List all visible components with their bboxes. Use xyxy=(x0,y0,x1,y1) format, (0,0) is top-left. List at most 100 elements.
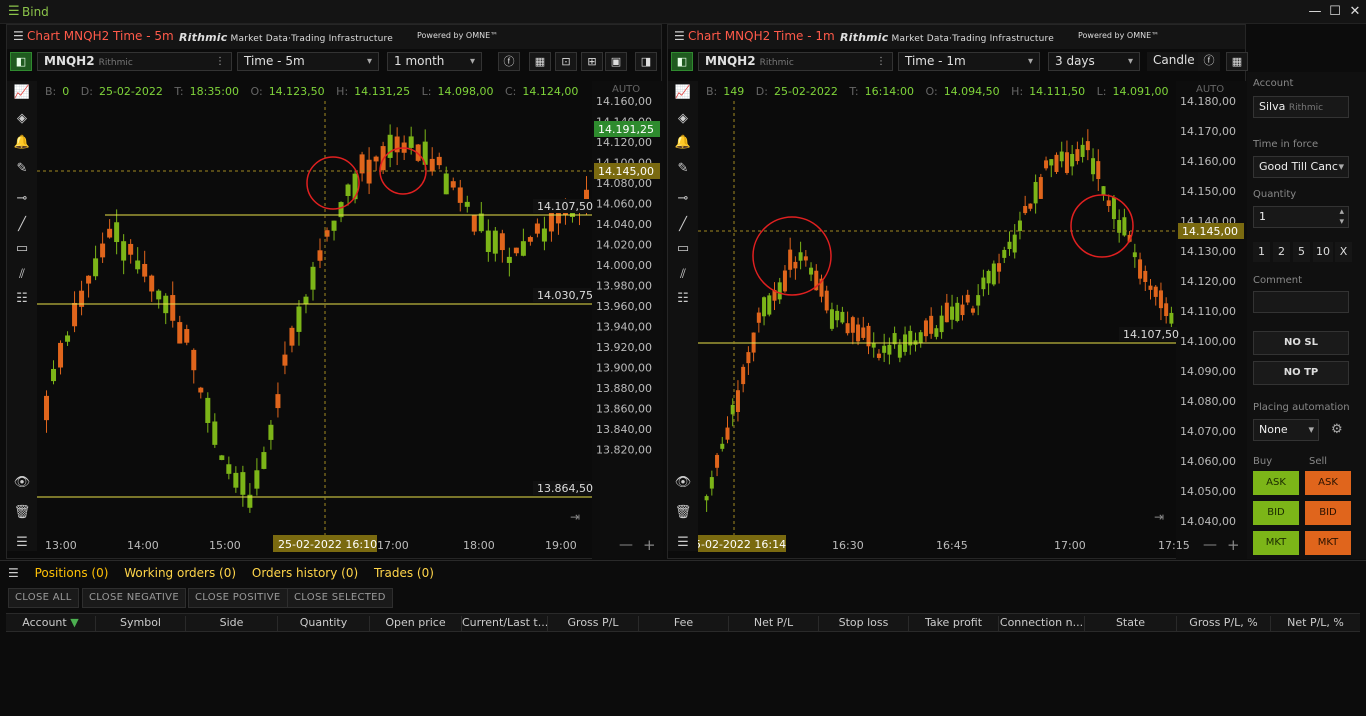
panel-menu-icon[interactable]: ☰ xyxy=(8,566,19,580)
comment-field[interactable] xyxy=(1253,291,1349,313)
tif-selector[interactable]: Good Till Canc ▾ xyxy=(1253,156,1349,178)
col-fee[interactable]: Fee xyxy=(639,616,729,631)
horizontal-line-icon[interactable]: ⊸ xyxy=(673,189,693,209)
trash-icon[interactable]: 🗑 xyxy=(12,503,32,523)
col-side[interactable]: Side xyxy=(186,616,278,631)
candle-body xyxy=(1064,152,1069,173)
close-positive-button[interactable]: CLOSE POSITIVE xyxy=(188,588,288,608)
candle-body xyxy=(762,297,767,317)
chart-type-icon[interactable]: 📈 xyxy=(673,83,693,103)
col-symbol[interactable]: Symbol xyxy=(96,616,186,631)
template-icon[interactable]: ▦ xyxy=(529,52,551,71)
close-selected-button[interactable]: CLOSE SELECTED xyxy=(287,588,393,608)
qty-preset-2[interactable]: 2 xyxy=(1273,242,1290,262)
buy-ask-button[interactable]: ASK xyxy=(1253,471,1299,495)
trend-line-icon[interactable]: ╱ xyxy=(12,215,32,235)
col-take-profit[interactable]: Take profit xyxy=(909,616,999,631)
timeframe-selector[interactable]: Time - 1m ▾ xyxy=(898,52,1040,71)
alert-bell-icon[interactable]: 🔔 xyxy=(12,133,32,153)
symbol-selector[interactable]: MNQH2 Rithmic ⋮ xyxy=(37,52,232,71)
range-selector[interactable]: 1 month ▾ xyxy=(387,52,482,71)
quantity-field[interactable]: 1 ▴ ▾ xyxy=(1253,206,1349,228)
drawing-sync-icon[interactable]: ⊞ xyxy=(581,52,603,71)
col-open-price[interactable]: Open price xyxy=(370,616,462,631)
col-quantity[interactable]: Quantity xyxy=(278,616,370,631)
pencil-icon[interactable]: ✎ xyxy=(673,159,693,179)
range-selector[interactable]: 3 days ▾ xyxy=(1048,52,1140,71)
sell-bid-button[interactable]: BID xyxy=(1305,501,1351,525)
timeframe-selector[interactable]: Time - 5m ▾ xyxy=(237,52,379,71)
col-stop-loss[interactable]: Stop loss xyxy=(819,616,909,631)
trend-line-icon[interactable]: ╱ xyxy=(673,215,693,235)
left-candlestick-chart[interactable]: AUTO14.160,0014.140,0014.120,0014.100,00… xyxy=(37,81,663,559)
qty-preset-10[interactable]: 10 xyxy=(1313,242,1333,262)
indicator-icon[interactable]: ⓕ xyxy=(1198,52,1220,71)
close-negative-button[interactable]: CLOSE NEGATIVE xyxy=(82,588,186,608)
col-gross-pl-pct[interactable]: Gross P/L, % xyxy=(1177,616,1271,631)
candle-body xyxy=(492,230,498,254)
candle-body xyxy=(408,136,414,148)
candle-body xyxy=(741,366,746,385)
fibonacci-icon[interactable]: ⫽ xyxy=(673,265,693,285)
rectangle-icon[interactable]: ▭ xyxy=(673,239,693,259)
eye-icon[interactable]: 👁 xyxy=(12,473,32,493)
omne-logo: Powered by OMNE™ xyxy=(417,31,499,40)
chart-menu-icon[interactable]: ☰ xyxy=(13,29,24,43)
template-icon[interactable]: ▦ xyxy=(1226,52,1248,71)
col-net-pl-pct[interactable]: Net P/L, % xyxy=(1271,616,1360,631)
col-net-pl[interactable]: Net P/L xyxy=(729,616,819,631)
chart-menu-icon[interactable]: ☰ xyxy=(674,29,685,43)
mouse-icon[interactable]: ⊡ xyxy=(555,52,577,71)
close-all-button[interactable]: CLOSE ALL xyxy=(8,588,79,608)
qty-preset-1[interactable]: 1 xyxy=(1253,242,1270,262)
qty-preset-5[interactable]: 5 xyxy=(1293,242,1310,262)
col-connection[interactable]: Connection n... xyxy=(999,616,1085,631)
buy-bid-button[interactable]: BID xyxy=(1253,501,1299,525)
list-icon[interactable]: ☰ xyxy=(12,533,32,553)
pencil-icon[interactable]: ✎ xyxy=(12,159,32,179)
qty-clear-button[interactable]: X xyxy=(1335,242,1352,262)
maximize-icon[interactable]: ☐ xyxy=(1326,3,1344,21)
sell-ask-button[interactable]: ASK xyxy=(1305,471,1351,495)
link-toggle-icon[interactable]: ◧ xyxy=(10,52,32,71)
candle-body xyxy=(944,302,949,323)
sell-market-button[interactable]: MKT xyxy=(1305,531,1351,555)
no-sl-button[interactable]: NO SL xyxy=(1253,331,1349,355)
no-tp-button[interactable]: NO TP xyxy=(1253,361,1349,385)
account-selector[interactable]: Silva Rithmic xyxy=(1253,96,1349,118)
close-icon[interactable]: ✕ xyxy=(1346,3,1364,21)
layers-icon[interactable]: ◈ xyxy=(673,109,693,129)
alert-bell-icon[interactable]: 🔔 xyxy=(673,133,693,153)
list-icon[interactable]: ☰ xyxy=(673,533,693,553)
symbol-selector[interactable]: MNQH2 Rithmic ⋮ xyxy=(698,52,893,71)
candle-body xyxy=(149,275,155,292)
buy-market-button[interactable]: MKT xyxy=(1253,531,1299,555)
rectangle-icon[interactable]: ▭ xyxy=(12,239,32,259)
horizontal-line-icon[interactable]: ⊸ xyxy=(12,189,32,209)
col-current-last[interactable]: Current/Last t... xyxy=(462,616,548,631)
col-account[interactable]: Account ▼ xyxy=(6,616,96,631)
fibonacci-icon[interactable]: ⫽ xyxy=(12,265,32,285)
link-toggle-icon[interactable]: ◧ xyxy=(671,52,693,71)
col-state[interactable]: State xyxy=(1085,616,1177,631)
chart-type-selector[interactable]: Candle xyxy=(1147,52,1203,71)
trash-icon[interactable]: 🗑 xyxy=(673,503,693,523)
minimize-icon[interactable]: — xyxy=(1306,3,1324,21)
tab-trades[interactable]: Trades (0) xyxy=(374,566,434,580)
tab-working-orders[interactable]: Working orders (0) xyxy=(124,566,236,580)
chart-type-icon[interactable]: 📈 xyxy=(12,83,32,103)
layers-icon[interactable]: ◈ xyxy=(12,109,32,129)
col-gross-pl[interactable]: Gross P/L xyxy=(548,616,639,631)
text-tool-icon[interactable]: ☷ xyxy=(12,289,32,309)
automation-selector[interactable]: None ▾ xyxy=(1253,419,1319,441)
indicator-icon[interactable]: ⓕ xyxy=(498,52,520,71)
text-tool-icon[interactable]: ☷ xyxy=(673,289,693,309)
calendar-icon[interactable]: ▣ xyxy=(605,52,627,71)
eye-icon[interactable]: 👁 xyxy=(673,473,693,493)
side-panel-icon[interactable]: ◨ xyxy=(635,52,657,71)
right-candlestick-chart[interactable]: AUTO14.180,00 14.170,00 14.160,00 14.150,00… xyxy=(698,81,1247,559)
menu-icon[interactable]: ☰ xyxy=(8,4,20,19)
tab-orders-history[interactable]: Orders history (0) xyxy=(252,566,358,580)
tab-positions[interactable]: Positions (0) xyxy=(35,566,109,580)
settings-gear-icon[interactable]: ⚙ xyxy=(1331,422,1343,437)
